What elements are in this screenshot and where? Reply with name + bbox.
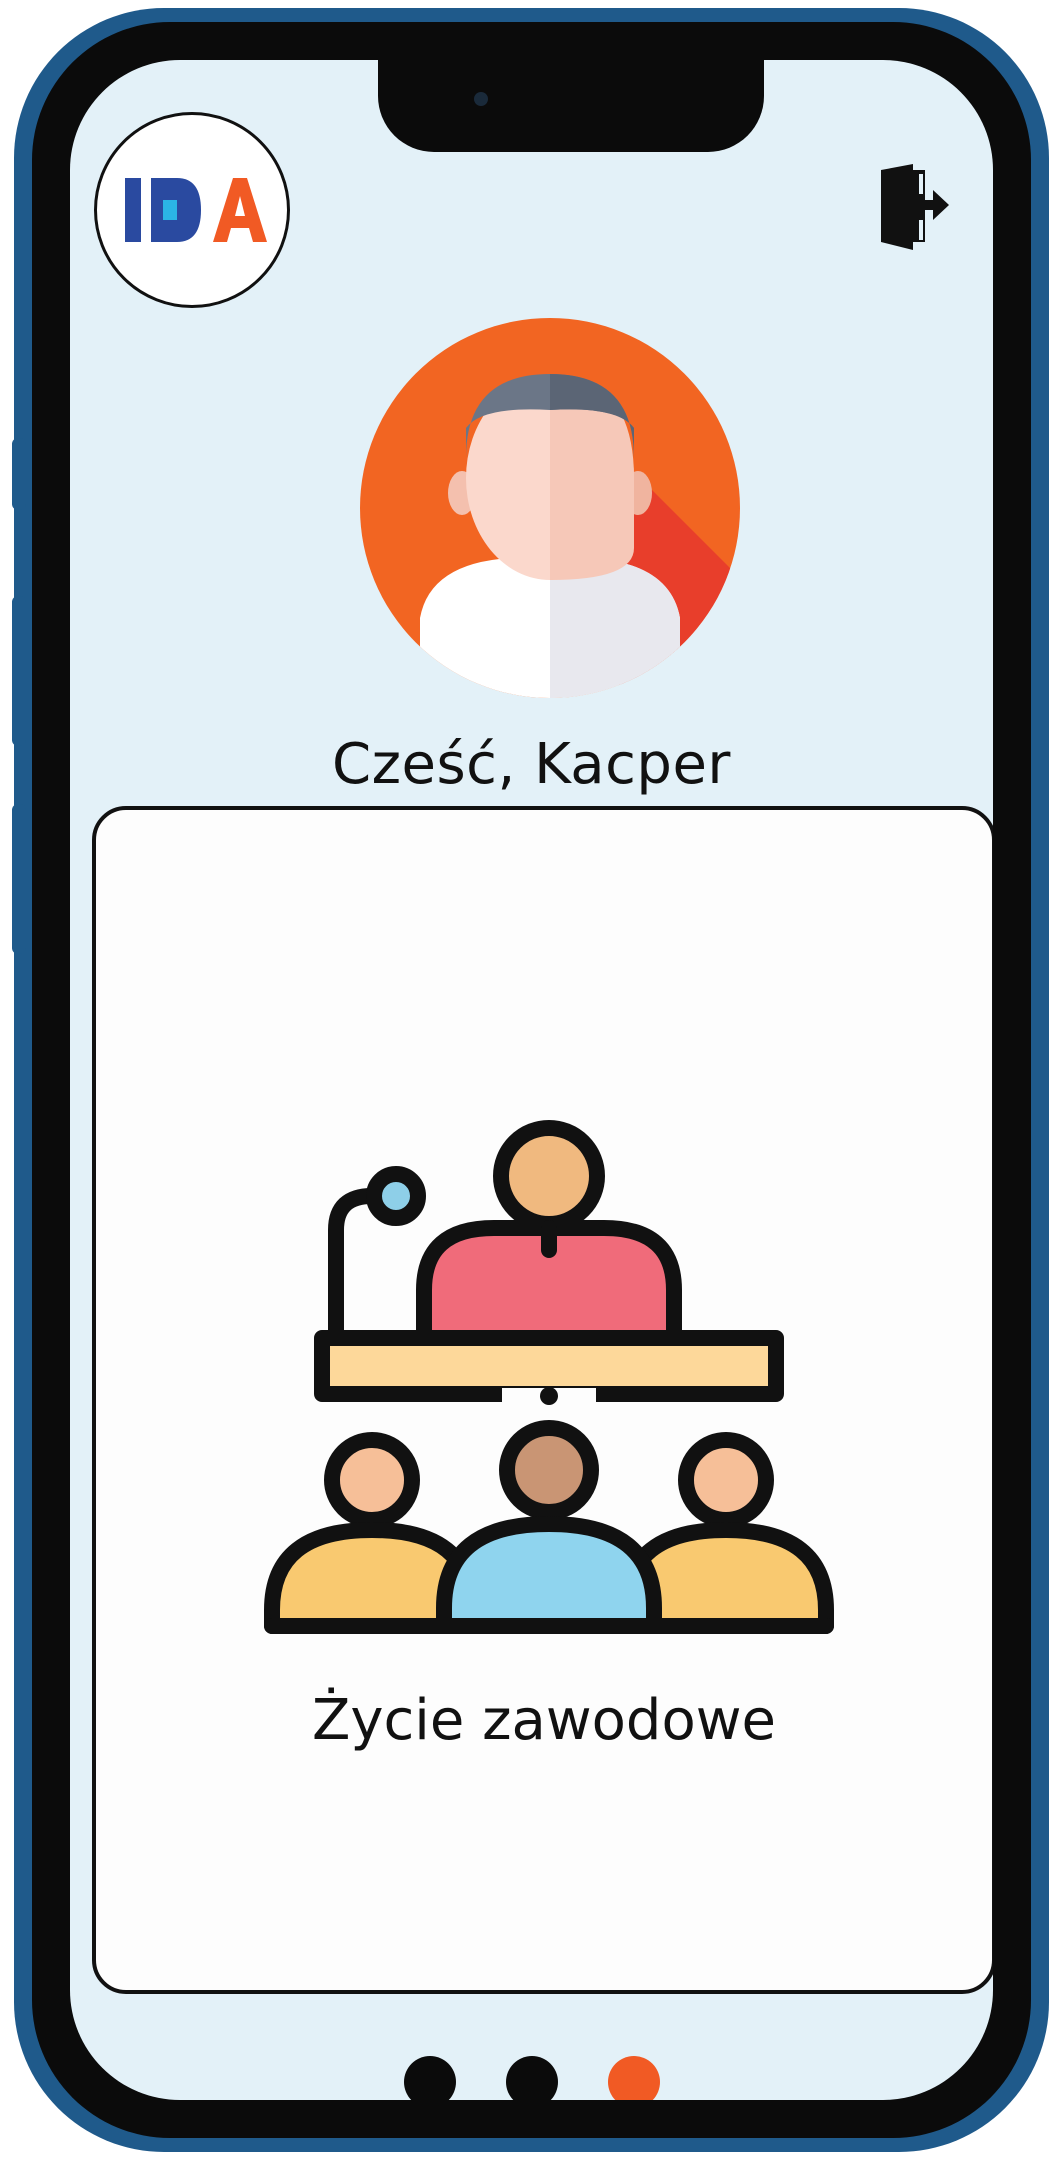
greeting-text: Cześć, Kacper [332, 732, 731, 797]
phone-side-button [12, 804, 26, 954]
page-indicator [70, 2056, 993, 2100]
pager-dot[interactable] [403, 2056, 456, 2100]
logout-door-icon [881, 164, 949, 250]
app-logo [94, 112, 290, 308]
pager-dot-active[interactable] [607, 2056, 660, 2100]
phone-side-button [12, 438, 26, 510]
phone-bezel: Cześć, Kacper Życie zawodowe [32, 22, 1031, 2138]
category-card[interactable]: Życie zawodowe [92, 806, 993, 1994]
user-avatar [360, 318, 740, 698]
notch [378, 60, 764, 152]
ida-logo-icon [125, 178, 267, 242]
logout-button[interactable] [877, 164, 949, 250]
camera-icon [474, 92, 488, 106]
phone-frame: Cześć, Kacper Życie zawodowe [12, 8, 1049, 2152]
user-avatar-icon [360, 318, 740, 698]
phone-side-button [12, 596, 26, 746]
pager-dot[interactable] [505, 2056, 558, 2100]
card-title: Życie zawodowe [312, 1688, 776, 1753]
app-screen: Cześć, Kacper Życie zawodowe [70, 60, 993, 2100]
presentation-audience-icon [264, 1110, 834, 1638]
